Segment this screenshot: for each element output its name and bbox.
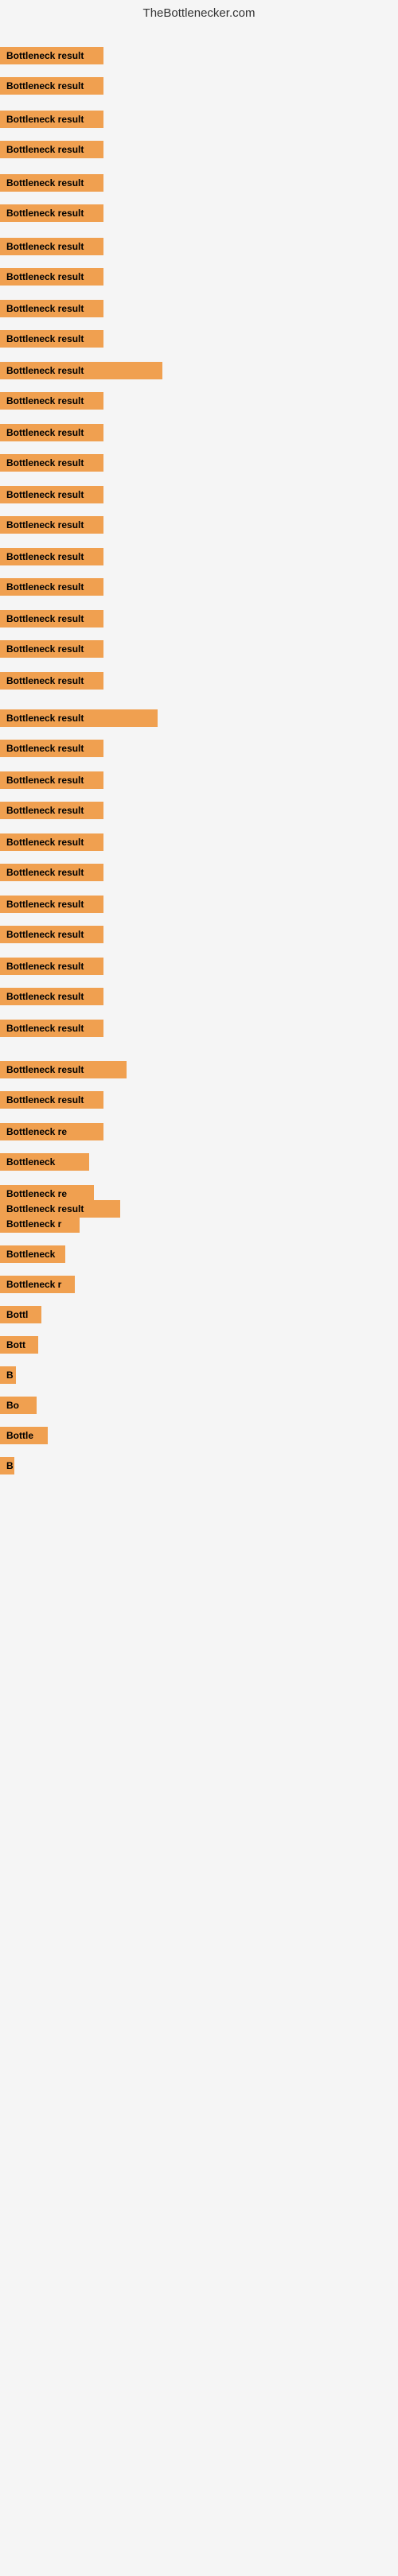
bottleneck-badge: Bottleneck result (0, 548, 103, 565)
bottleneck-item[interactable]: Bottleneck result (0, 268, 103, 289)
bottleneck-item[interactable]: Bottleneck (0, 1153, 89, 1175)
bottleneck-badge: Bottleneck result (0, 77, 103, 95)
bottleneck-item[interactable]: Bottleneck result (0, 864, 103, 885)
bottleneck-badge: Bottleneck result (0, 424, 103, 441)
bottleneck-item[interactable]: Bott (0, 1336, 38, 1358)
bottleneck-item[interactable]: Bottleneck result (0, 740, 103, 761)
bottleneck-item[interactable]: Bottleneck r (0, 1276, 75, 1297)
bottleneck-badge: Bottleneck result (0, 864, 103, 881)
bottleneck-badge: Bottleneck result (0, 833, 103, 851)
bottleneck-item[interactable]: Bottleneck result (0, 454, 103, 476)
bottleneck-badge: Bottleneck result (0, 300, 103, 317)
bottleneck-badge: Bottleneck result (0, 578, 103, 596)
bottleneck-item[interactable]: Bottleneck result (0, 926, 103, 947)
bottleneck-badge: Bottleneck r (0, 1276, 75, 1293)
bottleneck-item[interactable]: Bottleneck result (0, 300, 103, 321)
bottleneck-badge: Bottleneck result (0, 454, 103, 472)
bottleneck-item[interactable]: Bottleneck result (0, 802, 103, 823)
bottleneck-badge: Bottleneck result (0, 958, 103, 975)
bottleneck-item[interactable]: Bottleneck result (0, 548, 103, 569)
bottleneck-badge: Bottleneck result (0, 1061, 127, 1078)
bottleneck-item[interactable]: Bottleneck result (0, 988, 103, 1009)
bottleneck-item[interactable]: B (0, 1457, 14, 1478)
bottleneck-item[interactable]: Bottleneck re (0, 1123, 103, 1144)
bottleneck-item[interactable]: Bottleneck result (0, 709, 158, 731)
bottleneck-item[interactable]: Bottleneck result (0, 896, 103, 917)
bottleneck-item[interactable]: Bottleneck result (0, 111, 103, 132)
bottleneck-badge: Bottleneck result (0, 988, 103, 1005)
bottleneck-badge: Bottleneck result (0, 802, 103, 819)
bottleneck-badge: Bottleneck result (0, 896, 103, 913)
bottleneck-badge: Bottle (0, 1427, 48, 1444)
bottleneck-badge: Bottleneck result (0, 486, 103, 503)
bottleneck-badge: Bott (0, 1336, 38, 1354)
bottleneck-badge: Bottleneck result (0, 362, 162, 379)
bottleneck-item[interactable]: Bottleneck result (0, 47, 103, 68)
bottleneck-item[interactable]: B (0, 1366, 16, 1388)
bottleneck-item[interactable]: Bottleneck result (0, 578, 103, 600)
bottleneck-badge: Bottleneck result (0, 516, 103, 534)
bottleneck-badge: Bottleneck result (0, 709, 158, 727)
bottleneck-badge: Bottleneck result (0, 1091, 103, 1109)
bottleneck-item[interactable]: Bottleneck result (0, 672, 103, 694)
bottleneck-item[interactable]: Bottleneck result (0, 833, 103, 855)
bottleneck-item[interactable]: Bottleneck result (0, 77, 103, 99)
bottleneck-badge: Bottleneck result (0, 238, 103, 255)
bottleneck-item[interactable]: Bottleneck result (0, 1091, 103, 1113)
bottleneck-badge: Bottleneck result (0, 926, 103, 943)
bottleneck-badge: Bottleneck r (0, 1215, 80, 1233)
bottleneck-item[interactable]: Bottleneck result (0, 958, 103, 979)
bottleneck-badge: B (0, 1366, 16, 1384)
bottleneck-item[interactable]: Bottleneck result (0, 141, 103, 162)
bottleneck-item[interactable]: Bottleneck result (0, 486, 103, 507)
bottleneck-item[interactable]: Bottleneck (0, 1245, 65, 1267)
bottleneck-item[interactable]: Bottleneck result (0, 424, 103, 445)
bottleneck-badge: Bottleneck result (0, 174, 103, 192)
bottleneck-item[interactable]: Bottleneck result (0, 392, 103, 414)
site-title: TheBottlenecker.com (0, 0, 398, 23)
bottleneck-badge: Bottleneck result (0, 771, 103, 789)
bottleneck-badge: Bottleneck result (0, 330, 103, 348)
bottleneck-item[interactable]: Bottleneck result (0, 362, 162, 383)
bottleneck-item[interactable]: Bottleneck result (0, 640, 103, 662)
bottleneck-item[interactable]: Bottleneck result (0, 516, 103, 538)
bottleneck-badge: Bottleneck result (0, 1020, 103, 1037)
bottleneck-badge: Bottleneck result (0, 47, 103, 64)
bottleneck-item[interactable]: Bottleneck r (0, 1215, 80, 1237)
bottleneck-badge: Bottl (0, 1306, 41, 1323)
bottleneck-item[interactable]: Bottle (0, 1427, 48, 1448)
bottleneck-item[interactable]: Bo (0, 1397, 37, 1418)
bottleneck-badge: Bottleneck result (0, 111, 103, 128)
bottleneck-item[interactable]: Bottleneck result (0, 238, 103, 259)
bottleneck-item[interactable]: Bottleneck result (0, 771, 103, 793)
bottleneck-badge: Bottleneck result (0, 740, 103, 757)
bottleneck-item[interactable]: Bottleneck result (0, 330, 103, 352)
bottleneck-badge: Bottleneck result (0, 141, 103, 158)
bottleneck-badge: B (0, 1457, 14, 1474)
bottleneck-badge: Bottleneck (0, 1245, 65, 1263)
bottleneck-badge: Bottleneck result (0, 204, 103, 222)
bottleneck-badge: Bottleneck result (0, 672, 103, 690)
bottleneck-item[interactable]: Bottleneck result (0, 204, 103, 226)
bottleneck-badge: Bottleneck result (0, 610, 103, 627)
bottleneck-item[interactable]: Bottleneck result (0, 610, 103, 631)
bottleneck-item[interactable]: Bottl (0, 1306, 41, 1327)
bottleneck-item[interactable]: Bottleneck result (0, 174, 103, 196)
bottleneck-badge: Bo (0, 1397, 37, 1414)
bottleneck-item[interactable]: Bottleneck result (0, 1020, 103, 1041)
bottleneck-badge: Bottleneck (0, 1153, 89, 1171)
bottleneck-item[interactable]: Bottleneck result (0, 1061, 127, 1082)
bottleneck-badge: Bottleneck result (0, 268, 103, 286)
bottleneck-badge: Bottleneck result (0, 640, 103, 658)
bottleneck-badge: Bottleneck re (0, 1123, 103, 1140)
bottleneck-badge: Bottleneck result (0, 392, 103, 410)
